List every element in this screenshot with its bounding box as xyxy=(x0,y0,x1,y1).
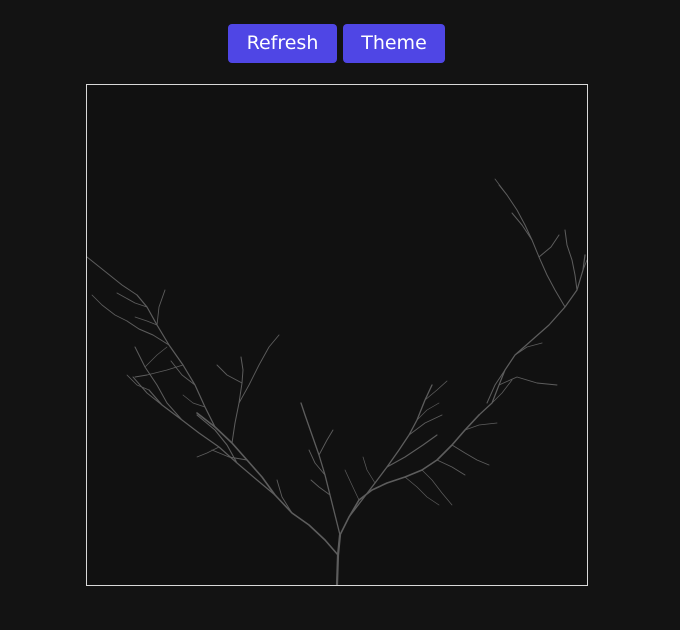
trunk xyxy=(335,533,342,585)
toolbar: Refresh Theme xyxy=(228,24,445,63)
drawing-canvas[interactable] xyxy=(86,84,588,586)
theme-button[interactable]: Theme xyxy=(343,24,445,63)
refresh-button[interactable]: Refresh xyxy=(228,24,337,63)
fractal-tree xyxy=(87,178,587,585)
fractal-tree-drawing xyxy=(87,178,587,585)
